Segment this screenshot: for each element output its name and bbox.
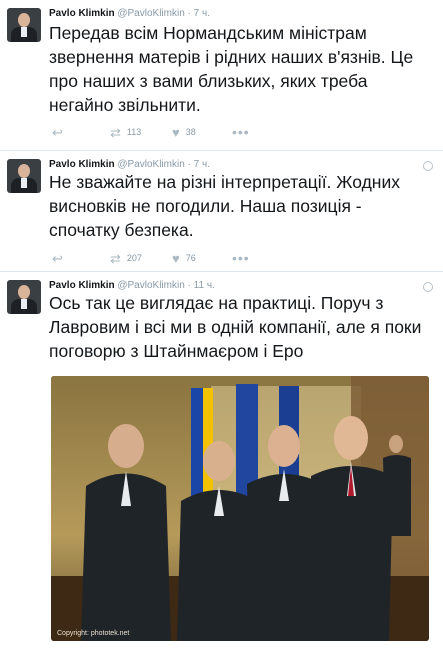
- photo-credit: Copyright: phototek.net: [57, 630, 130, 637]
- tweet-time[interactable]: · 7 ч.: [188, 159, 210, 170]
- author-name[interactable]: Pavlo Klimkin: [49, 280, 115, 291]
- retweet-button[interactable]: ⇄ 113: [110, 124, 141, 140]
- like-button[interactable]: ♥ 38: [172, 124, 196, 140]
- tweet-time[interactable]: · 7 ч.: [188, 8, 210, 19]
- author-handle[interactable]: @PavloKlimkin: [117, 159, 184, 170]
- tweet-header: Pavlo Klimkin @PavloKlimkin · 7 ч.: [49, 159, 210, 170]
- like-count: 76: [185, 253, 196, 263]
- tweet-actions: ↩ ⇄ 113 ♥ 38 •••: [52, 124, 382, 140]
- like-count: 38: [185, 127, 196, 137]
- tweet[interactable]: Pavlo Klimkin @PavloKlimkin · 11 ч. Ось …: [0, 272, 443, 650]
- reply-icon: ↩: [52, 124, 63, 140]
- tweet-header: Pavlo Klimkin @PavloKlimkin · 7 ч.: [49, 8, 210, 19]
- tweet-time[interactable]: · 11 ч.: [188, 280, 215, 291]
- author-handle[interactable]: @PavloKlimkin: [117, 280, 184, 291]
- avatar[interactable]: [7, 280, 41, 314]
- author-name[interactable]: Pavlo Klimkin: [49, 8, 115, 19]
- retweet-count: 113: [126, 127, 142, 137]
- author-name[interactable]: Pavlo Klimkin: [49, 159, 115, 170]
- retweet-icon: ⇄: [110, 124, 121, 140]
- heart-icon: ♥: [172, 124, 180, 140]
- tweet-photo[interactable]: Copyright: phototek.net: [51, 376, 429, 641]
- retweet-icon: ⇄: [110, 250, 121, 266]
- tweet[interactable]: Pavlo Klimkin @PavloKlimkin · 7 ч. Не зв…: [0, 151, 443, 272]
- photo-illustration: [51, 376, 429, 641]
- more-icon[interactable]: •••: [232, 250, 250, 266]
- tweet-text: Не зважайте на різні інтерпретації. Жодн…: [49, 172, 400, 240]
- tweet-text: Ось так це виглядає на практиці. Поруч з…: [49, 293, 422, 361]
- avatar[interactable]: [7, 8, 41, 42]
- retweet-count: 207: [126, 253, 142, 263]
- reply-button[interactable]: ↩: [52, 124, 69, 140]
- tweet[interactable]: Pavlo Klimkin @PavloKlimkin · 7 ч. Перед…: [0, 0, 443, 151]
- reply-icon: ↩: [52, 250, 63, 266]
- reply-button[interactable]: ↩: [52, 250, 69, 266]
- timeline: Pavlo Klimkin @PavloKlimkin · 7 ч. Перед…: [0, 0, 443, 650]
- author-handle[interactable]: @PavloKlimkin: [117, 8, 184, 19]
- heart-icon: ♥: [172, 250, 180, 266]
- retweet-button[interactable]: ⇄ 207: [110, 250, 142, 266]
- tweet-header: Pavlo Klimkin @PavloKlimkin · 11 ч.: [49, 280, 215, 291]
- tweet-actions: ↩ ⇄ 207 ♥ 76 •••: [52, 250, 382, 266]
- avatar[interactable]: [7, 159, 41, 193]
- tweet-text: Передав всім Нормандським міністрам звер…: [49, 23, 414, 115]
- more-icon[interactable]: •••: [232, 124, 250, 140]
- like-button[interactable]: ♥ 76: [172, 250, 196, 266]
